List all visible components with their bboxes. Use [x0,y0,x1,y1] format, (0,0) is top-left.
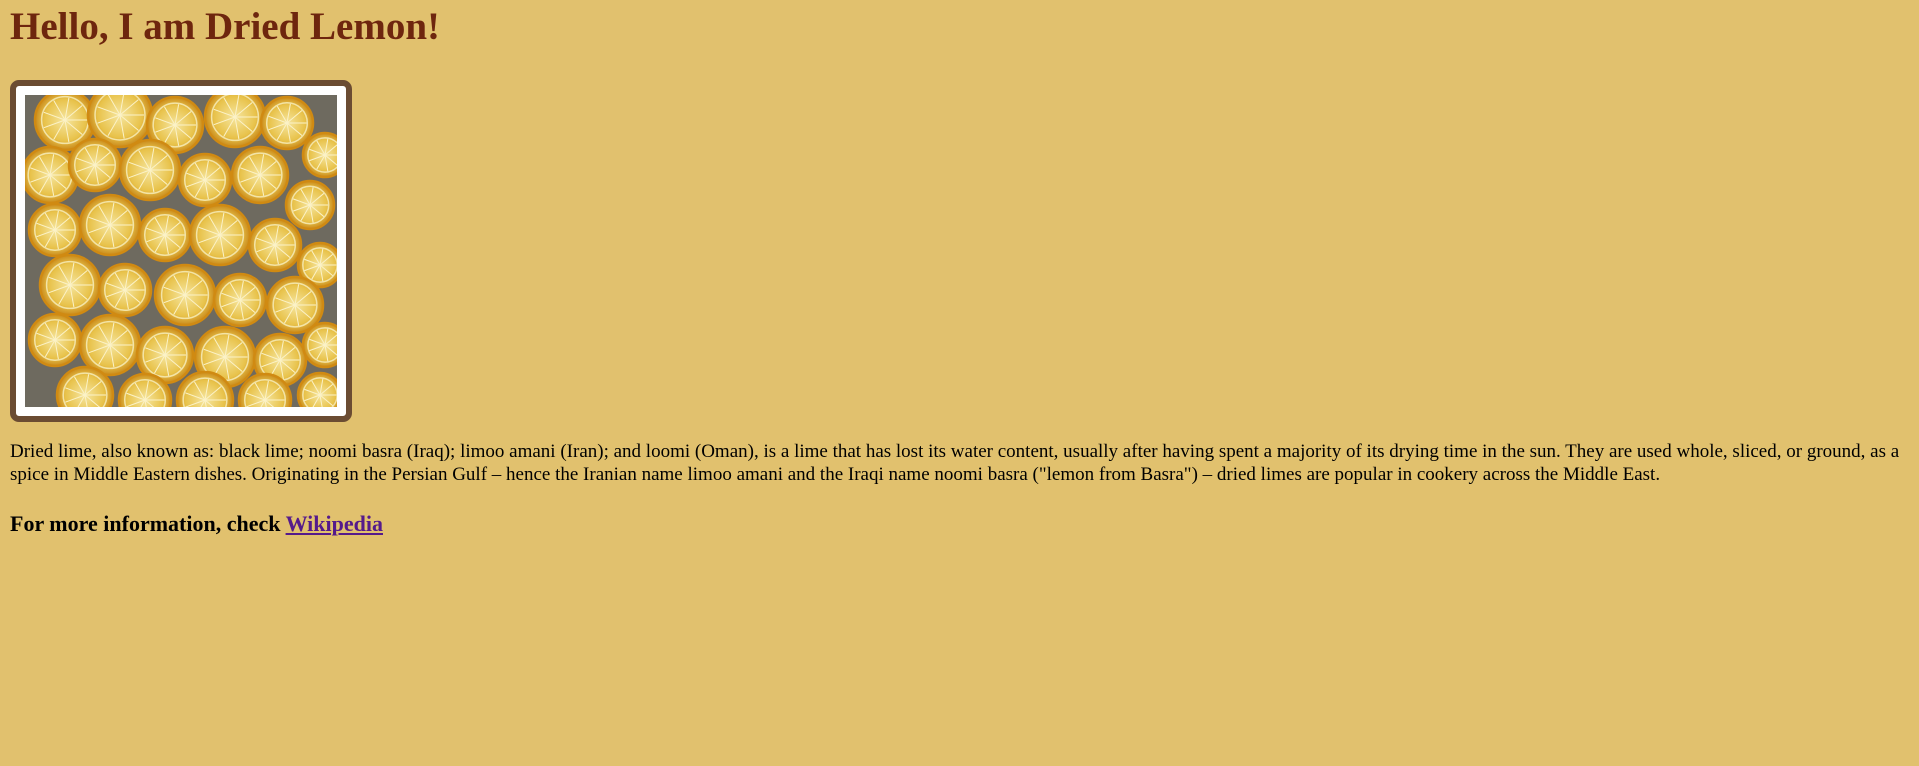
more-info-line: For more information, check Wikipedia [10,511,1909,537]
more-info-prefix: For more information, check [10,511,286,536]
image-frame [10,80,352,422]
page-content: Hello, I am Dried Lemon! Dried lime, als… [0,0,1919,537]
dried-lemon-image [25,95,337,407]
wikipedia-link[interactable]: Wikipedia [286,511,383,536]
page-title: Hello, I am Dried Lemon! [10,5,441,48]
description-paragraph: Dried lime, also known as: black lime; n… [10,441,1900,485]
